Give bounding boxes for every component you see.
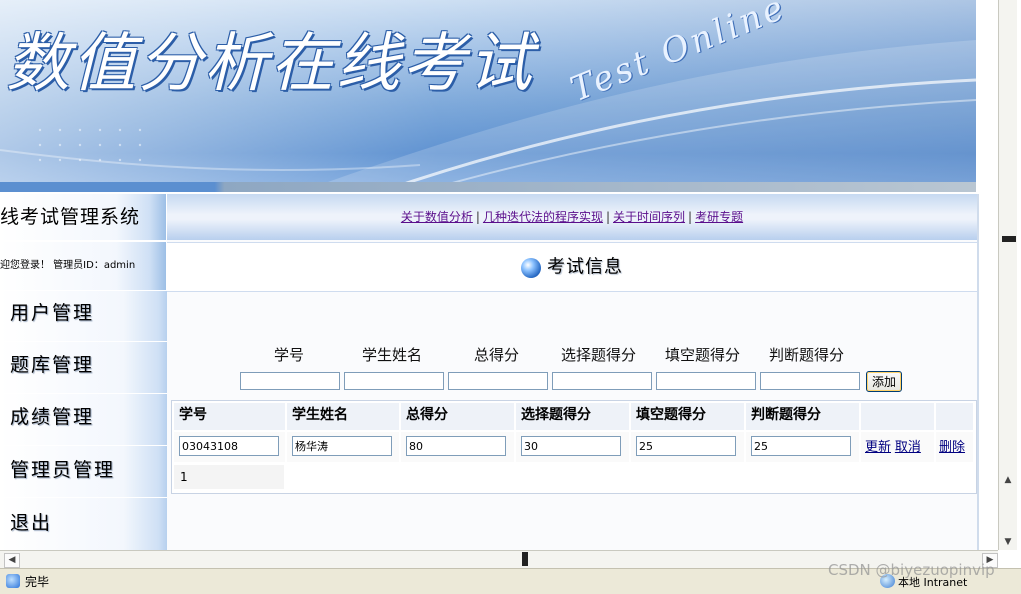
- scroll-up-arrow-icon[interactable]: ▲: [1001, 474, 1015, 486]
- add-label-judge-score: 判断题得分: [769, 346, 845, 364]
- add-judge-score-input[interactable]: [760, 372, 860, 390]
- edit-student-id-input[interactable]: [179, 436, 279, 456]
- link-about-numerical-analysis[interactable]: 关于数值分析: [401, 210, 473, 224]
- edit-choice-score-input[interactable]: [521, 436, 621, 456]
- top-links-bar: 关于数值分析 | 几种迭代法的程序实现 | 关于时间序列 | 考研专题: [167, 194, 977, 240]
- edit-student-name-input[interactable]: [292, 436, 392, 456]
- system-title: 线考试管理系统: [0, 194, 166, 241]
- sidebar-item-question-bank[interactable]: 题库管理: [0, 342, 176, 394]
- vertical-scrollbar[interactable]: ▲ ▼: [998, 0, 1017, 550]
- grid-header-student-name: 学生姓名: [287, 403, 400, 430]
- edit-total-score-input[interactable]: [406, 436, 506, 456]
- horizontal-scroll-thumb[interactable]: [522, 552, 528, 566]
- welcome-text: 迎您登录！ 管理员ID：admin: [0, 242, 166, 291]
- add-student-name-input[interactable]: [344, 372, 444, 390]
- grid-header-actions: [861, 403, 935, 430]
- table-row-actions: 更新 取消: [861, 432, 935, 462]
- grid-header-choice-score: 选择题得分: [516, 403, 630, 430]
- table-row-cell: [287, 432, 400, 462]
- update-link[interactable]: 更新: [865, 440, 891, 455]
- section-header: 考试信息: [167, 242, 977, 292]
- sidebar-item-admin-management[interactable]: 管理员管理: [0, 446, 176, 498]
- add-student-id-input[interactable]: [240, 372, 340, 390]
- grid-header-delete: [936, 403, 974, 430]
- add-label-total-score: 总得分: [474, 346, 520, 364]
- grid-header-student-id: 学号: [174, 403, 286, 430]
- add-label-choice-score: 选择题得分: [561, 346, 637, 364]
- watermark: CSDN @biyezuopinvip: [828, 561, 995, 579]
- grid-header-judge-score: 判断题得分: [746, 403, 860, 430]
- link-separator: |: [688, 210, 693, 224]
- scroll-down-arrow-icon[interactable]: ▼: [1001, 536, 1015, 548]
- sidebar: 线考试管理系统 迎您登录！ 管理员ID：admin 用户管理 题库管理 成绩管理…: [0, 194, 176, 551]
- add-blank-score-input[interactable]: [656, 372, 756, 390]
- vertical-scroll-thumb[interactable]: [1002, 236, 1016, 242]
- main-content: 关于数值分析 | 几种迭代法的程序实现 | 关于时间序列 | 考研专题 考试信息 学号 学生…: [167, 194, 979, 550]
- banner-bottom-strip: [0, 182, 976, 192]
- cancel-link[interactable]: 取消: [895, 440, 921, 455]
- table-row-cell: [746, 432, 860, 462]
- add-label-student-name: 学生姓名: [362, 346, 423, 364]
- exam-score-grid: 学号 学生姓名 总得分 选择题得分 填空题得分 判断题得分 更新 取消: [171, 400, 977, 494]
- scroll-left-arrow-icon[interactable]: ◀: [4, 553, 20, 568]
- table-row-cell: [516, 432, 630, 462]
- page-done-icon: [6, 574, 20, 588]
- table-row-cell: [631, 432, 745, 462]
- link-separator: |: [475, 210, 480, 224]
- sidebar-item-score-management[interactable]: 成绩管理: [0, 394, 176, 446]
- add-label-blank-score: 填空题得分: [665, 346, 741, 364]
- add-label-student-id: 学号: [274, 346, 305, 364]
- banner-title: 数值分析在线考试: [6, 27, 534, 101]
- grid-header-blank-score: 填空题得分: [631, 403, 745, 430]
- add-total-score-input[interactable]: [448, 372, 548, 390]
- header-banner: 数值分析在线考试 Test Online: [0, 0, 976, 192]
- link-iteration-methods[interactable]: 几种迭代法的程序实现: [483, 210, 603, 224]
- table-row-cell: [174, 432, 286, 462]
- edit-blank-score-input[interactable]: [636, 436, 736, 456]
- delete-link[interactable]: 删除: [939, 440, 965, 455]
- status-text: 完毕: [25, 575, 50, 589]
- link-postgrad-topics[interactable]: 考研专题: [695, 210, 743, 224]
- table-row-cell: [401, 432, 515, 462]
- add-choice-score-input[interactable]: [552, 372, 652, 390]
- add-button[interactable]: 添加: [866, 371, 902, 392]
- edit-judge-score-input[interactable]: [751, 436, 851, 456]
- sidebar-item-logout[interactable]: 退出: [0, 498, 176, 551]
- globe-icon: [521, 257, 541, 278]
- link-separator: |: [605, 210, 611, 224]
- sidebar-item-user-management[interactable]: 用户管理: [0, 291, 176, 342]
- section-title: 考试信息: [547, 256, 623, 278]
- table-row-delete: 删除: [936, 432, 974, 462]
- link-time-series[interactable]: 关于时间序列: [613, 210, 685, 224]
- grid-header-total-score: 总得分: [401, 403, 515, 430]
- pager-page-1[interactable]: 1: [174, 465, 284, 489]
